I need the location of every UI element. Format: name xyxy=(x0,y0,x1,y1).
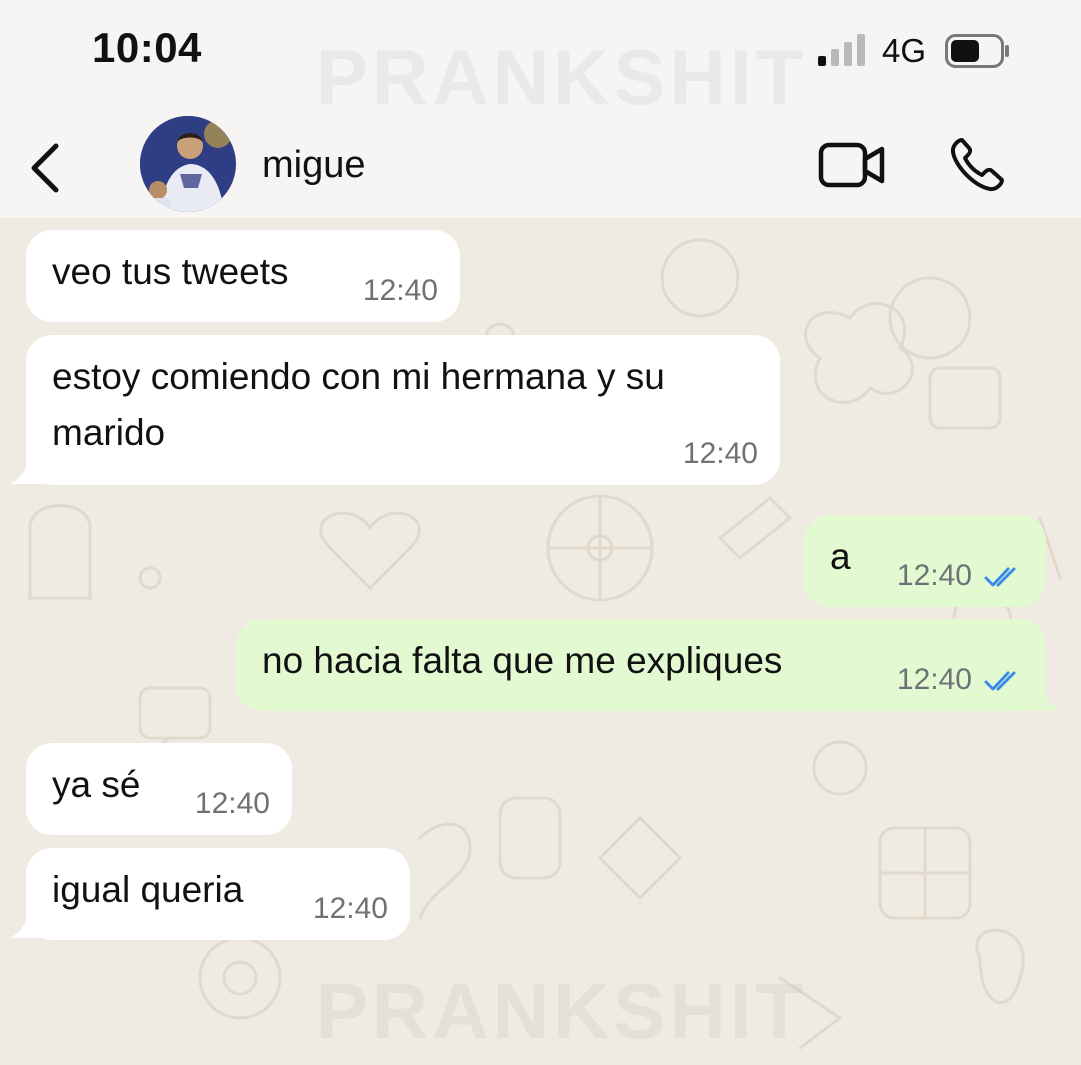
message-meta: 12:40 xyxy=(897,663,1024,697)
chat-area[interactable]: veo tus tweets 12:40 estoy comiendo con … xyxy=(0,218,1081,1065)
network-label: 4G xyxy=(882,32,927,69)
message-text: igual queria xyxy=(52,869,244,910)
bubble-tail-left xyxy=(10,902,46,938)
phone-icon[interactable] xyxy=(948,136,1006,194)
watermark-top: PRANKSHIT xyxy=(316,33,808,121)
message-text: ya sé xyxy=(52,764,141,805)
back-icon[interactable] xyxy=(26,140,66,196)
message-text: veo tus tweets xyxy=(52,251,289,292)
message-text: no hacia falta que me expliques xyxy=(262,640,783,681)
double-check-icon xyxy=(984,567,1016,587)
bubble-tail-left xyxy=(10,448,46,484)
avatar-photo xyxy=(140,116,236,212)
avatar[interactable] xyxy=(140,116,236,212)
signal-icon xyxy=(818,34,865,66)
message-bubble-incoming[interactable]: estoy comiendo con mi hermana y su marid… xyxy=(26,335,780,485)
message-time: 12:40 xyxy=(896,663,972,696)
chat-header: 10:04 4G migue PRANKSHIT xyxy=(0,0,1081,218)
battery-icon xyxy=(945,34,1009,68)
message-time: 12:40 xyxy=(312,892,388,925)
message-text: a xyxy=(830,536,851,577)
message-time: 12:40 xyxy=(682,437,758,470)
message-time: 12:40 xyxy=(362,274,438,307)
message-bubble-incoming[interactable]: ya sé 12:40 xyxy=(26,743,292,835)
double-check-icon xyxy=(984,671,1016,691)
status-time: 10:04 xyxy=(92,24,202,71)
message-text: estoy comiendo con mi hermana y su marid… xyxy=(52,356,665,453)
message-meta: 12:40 xyxy=(897,559,1024,593)
contact-name[interactable]: migue xyxy=(262,144,366,187)
message-time: 12:40 xyxy=(896,559,972,592)
message-bubble-outgoing[interactable]: a 12:40 xyxy=(804,515,1046,607)
message-bubble-incoming[interactable]: veo tus tweets 12:40 xyxy=(26,230,460,322)
video-call-icon[interactable] xyxy=(818,140,888,190)
message-time: 12:40 xyxy=(194,787,270,820)
message-bubble-outgoing[interactable]: no hacia falta que me expliques 12:40 xyxy=(236,619,1046,711)
message-bubble-incoming[interactable]: igual queria 12:40 xyxy=(26,848,410,940)
bubble-tail-right xyxy=(1026,675,1062,711)
